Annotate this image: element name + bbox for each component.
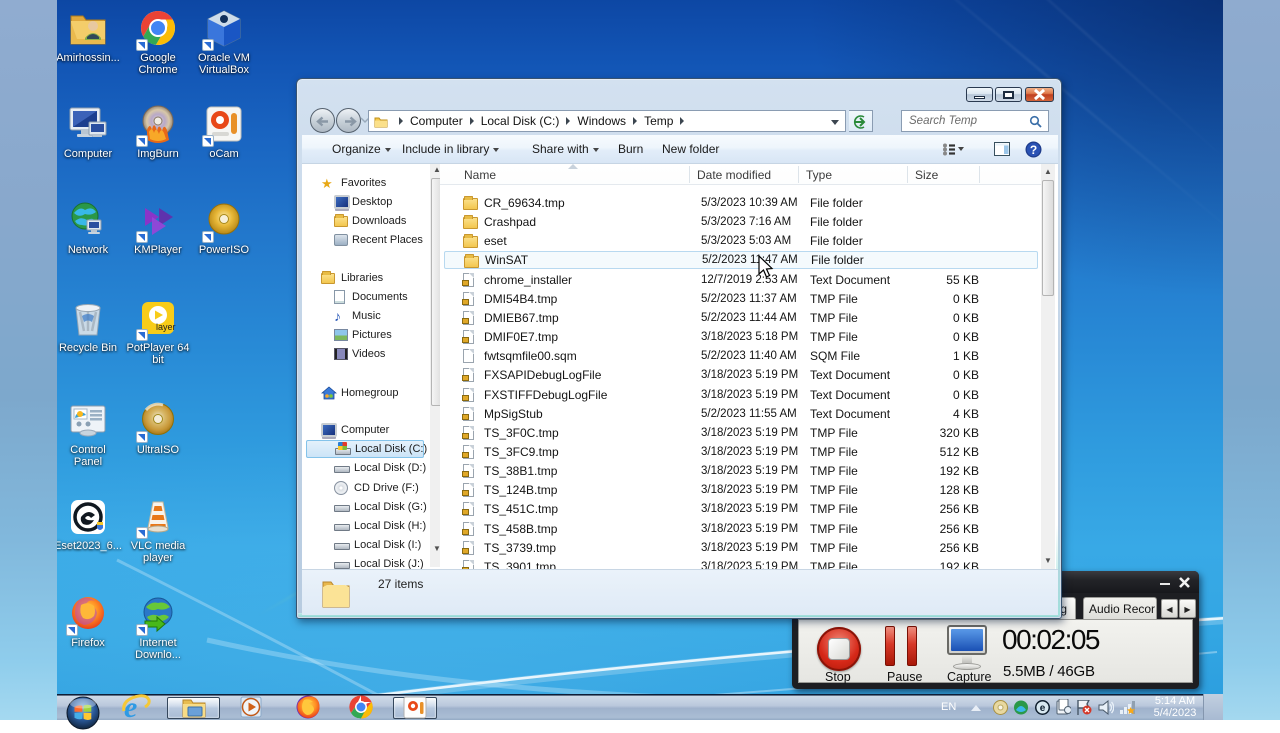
svg-text:e: e — [1040, 703, 1046, 714]
svg-text:?: ? — [1030, 143, 1037, 157]
svg-text:layer: layer — [156, 322, 176, 332]
